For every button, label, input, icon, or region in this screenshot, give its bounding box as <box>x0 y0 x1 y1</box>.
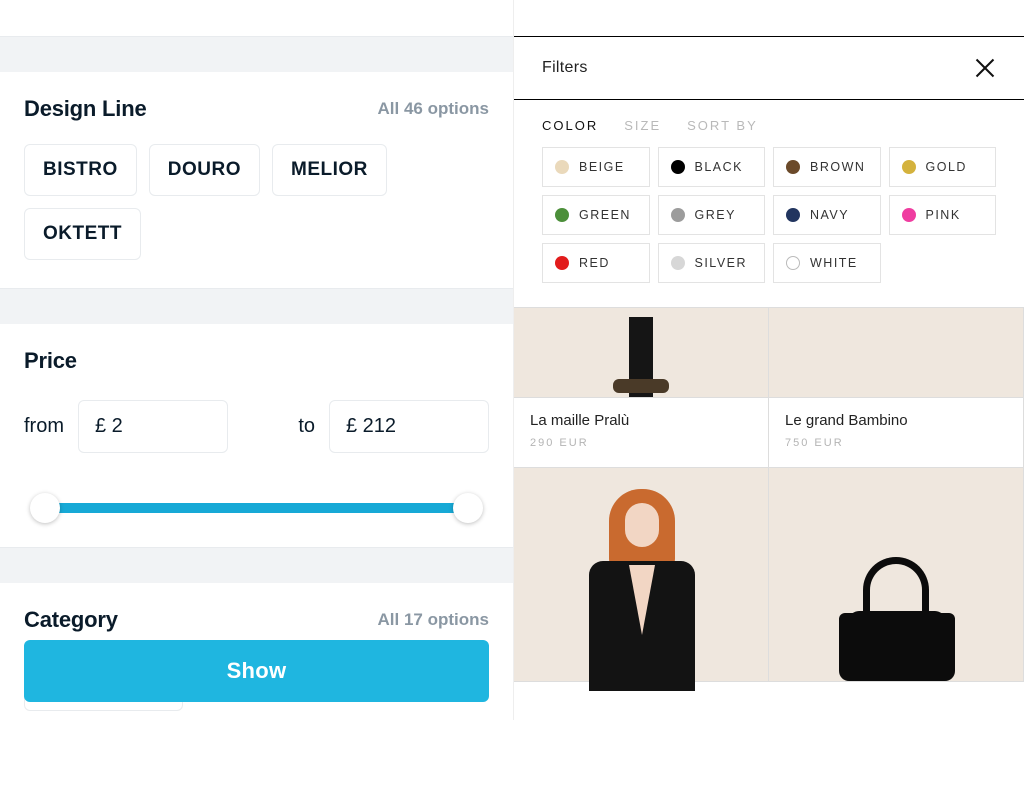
color-swatch-icon <box>555 256 569 270</box>
color-swatch-icon <box>902 160 916 174</box>
color-swatch-icon <box>671 256 685 270</box>
product-name: Le grand Bambino <box>785 412 1007 429</box>
filters-header: Filters <box>514 36 1024 100</box>
color-label: GREEN <box>579 208 631 222</box>
color-label: WHITE <box>810 256 858 270</box>
product-grid: La maille Pralù 290 EUR Le grand Bambino… <box>514 307 1024 682</box>
color-swatch-icon <box>786 256 800 270</box>
category-title: Category <box>24 607 118 633</box>
design-line-title: Design Line <box>24 96 147 122</box>
design-line-chip[interactable]: OKTETT <box>24 208 141 260</box>
product-image[interactable] <box>769 308 1024 398</box>
design-line-chip[interactable]: MELIOR <box>272 144 387 196</box>
color-label: BEIGE <box>579 160 625 174</box>
slider-handle-min[interactable] <box>30 493 60 523</box>
price-from-label: from <box>24 415 64 438</box>
color-option-white[interactable]: WHITE <box>773 243 881 283</box>
product-image[interactable] <box>769 468 1024 682</box>
color-label: GREY <box>695 208 736 222</box>
color-option-black[interactable]: BLACK <box>658 147 766 187</box>
tab-size[interactable]: SIZE <box>624 118 661 133</box>
divider-strip <box>0 288 513 324</box>
close-icon[interactable] <box>974 57 996 79</box>
design-line-all-options[interactable]: All 46 options <box>378 99 489 119</box>
color-label: BLACK <box>695 160 744 174</box>
price-slider[interactable] <box>24 493 489 519</box>
color-label: NAVY <box>810 208 849 222</box>
price-section: Price from £ 2 to £ 212 <box>0 324 513 547</box>
color-swatch-icon <box>786 208 800 222</box>
tab-color[interactable]: COLOR <box>542 118 598 133</box>
design-line-chip[interactable]: BISTRO <box>24 144 137 196</box>
product-name: La maille Pralù <box>530 412 752 429</box>
product-image[interactable] <box>514 308 769 398</box>
color-option-navy[interactable]: NAVY <box>773 195 881 235</box>
design-line-section: Design Line All 46 options BISTRO DOURO … <box>0 72 513 288</box>
color-swatch-icon <box>671 160 685 174</box>
product-info[interactable]: Le grand Bambino 750 EUR <box>769 398 1024 468</box>
product-price: 750 EUR <box>785 437 1007 449</box>
color-label: PINK <box>926 208 961 222</box>
color-swatch-icon <box>555 160 569 174</box>
color-option-red[interactable]: RED <box>542 243 650 283</box>
color-swatch-icon <box>671 208 685 222</box>
color-swatch-icon <box>555 208 569 222</box>
color-option-beige[interactable]: BEIGE <box>542 147 650 187</box>
price-title: Price <box>24 348 77 374</box>
design-line-chip-row: BISTRO DOURO MELIOR OKTETT <box>24 144 489 260</box>
divider-strip <box>0 36 513 72</box>
color-option-gold[interactable]: GOLD <box>889 147 997 187</box>
tab-sort-by[interactable]: SORT BY <box>687 118 758 133</box>
product-info[interactable]: La maille Pralù 290 EUR <box>514 398 769 468</box>
filters-title: Filters <box>542 59 588 77</box>
right-product-panel: Filters COLOR SIZE SORT BY BEIGE BLACK BRO… <box>513 0 1024 720</box>
price-to-input[interactable]: £ 212 <box>329 400 489 453</box>
color-option-silver[interactable]: SILVER <box>658 243 766 283</box>
slider-track <box>42 503 471 513</box>
filter-tabs: COLOR SIZE SORT BY <box>514 100 1024 147</box>
color-label: GOLD <box>926 160 967 174</box>
product-price: 290 EUR <box>530 437 752 449</box>
left-filter-panel: Design Line All 46 options BISTRO DOURO … <box>0 0 513 720</box>
color-option-grey[interactable]: GREY <box>658 195 766 235</box>
color-option-pink[interactable]: PINK <box>889 195 997 235</box>
price-from-input[interactable]: £ 2 <box>78 400 228 453</box>
top-blank <box>514 0 1024 36</box>
divider-strip <box>0 547 513 583</box>
design-line-chip[interactable]: DOURO <box>149 144 260 196</box>
color-swatch-icon <box>786 160 800 174</box>
color-option-brown[interactable]: BROWN <box>773 147 881 187</box>
category-all-options[interactable]: All 17 options <box>378 610 489 630</box>
color-label: SILVER <box>695 256 748 270</box>
slider-handle-max[interactable] <box>453 493 483 523</box>
color-label: BROWN <box>810 160 865 174</box>
color-swatch-icon <box>902 208 916 222</box>
top-ghost-row <box>0 0 513 36</box>
show-button[interactable]: Show <box>24 640 489 702</box>
product-image[interactable] <box>514 468 769 682</box>
color-grid: BEIGE BLACK BROWN GOLD GREEN GREY NAVY PINK RED S… <box>514 147 1024 307</box>
color-option-green[interactable]: GREEN <box>542 195 650 235</box>
color-label: RED <box>579 256 610 270</box>
price-to-label: to <box>298 415 315 438</box>
